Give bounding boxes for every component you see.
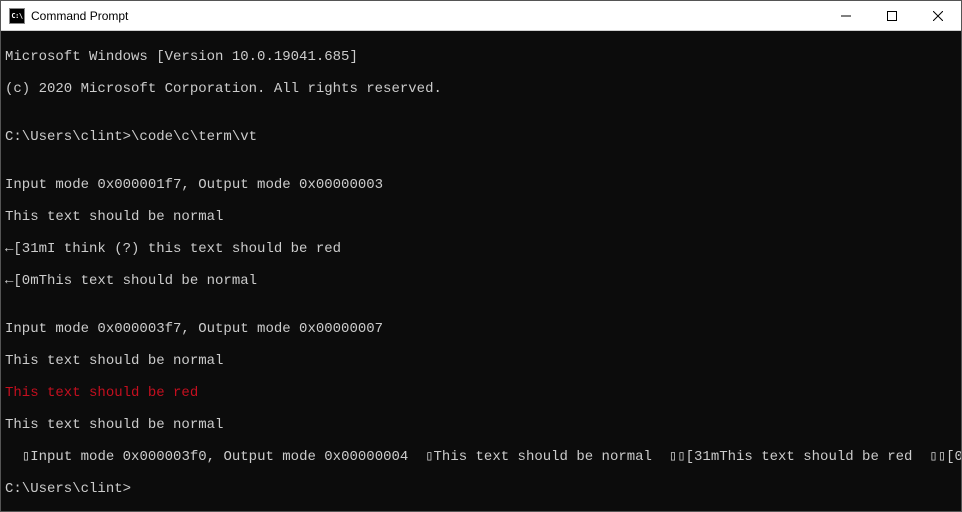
window-title: Command Prompt	[31, 9, 823, 23]
terminal-prompt: C:\Users\clint>	[5, 481, 957, 497]
terminal-output[interactable]: Microsoft Windows [Version 10.0.19041.68…	[1, 31, 961, 511]
minimize-button[interactable]	[823, 1, 869, 30]
terminal-line: ←[31mI think (?) this text should be red	[5, 241, 957, 257]
cmd-icon: C:\	[9, 8, 25, 24]
terminal-line: (c) 2020 Microsoft Corporation. All righ…	[5, 81, 957, 97]
terminal-line: Microsoft Windows [Version 10.0.19041.68…	[5, 49, 957, 65]
terminal-line: ▯Input mode 0x000003f0, Output mode 0x00…	[5, 449, 957, 465]
titlebar[interactable]: C:\ Command Prompt	[1, 1, 961, 31]
terminal-line: This text should be normal	[5, 209, 957, 225]
terminal-line-red: This text should be red	[5, 385, 957, 401]
terminal-line: This text should be normal	[5, 417, 957, 433]
terminal-line: This text should be normal	[5, 353, 957, 369]
window-controls	[823, 1, 961, 30]
terminal-line: Input mode 0x000001f7, Output mode 0x000…	[5, 177, 957, 193]
terminal-line: Input mode 0x000003f7, Output mode 0x000…	[5, 321, 957, 337]
terminal-line: C:\Users\clint>\code\c\term\vt	[5, 129, 957, 145]
terminal-line: ←[0mThis text should be normal	[5, 273, 957, 289]
close-button[interactable]	[915, 1, 961, 30]
maximize-button[interactable]	[869, 1, 915, 30]
